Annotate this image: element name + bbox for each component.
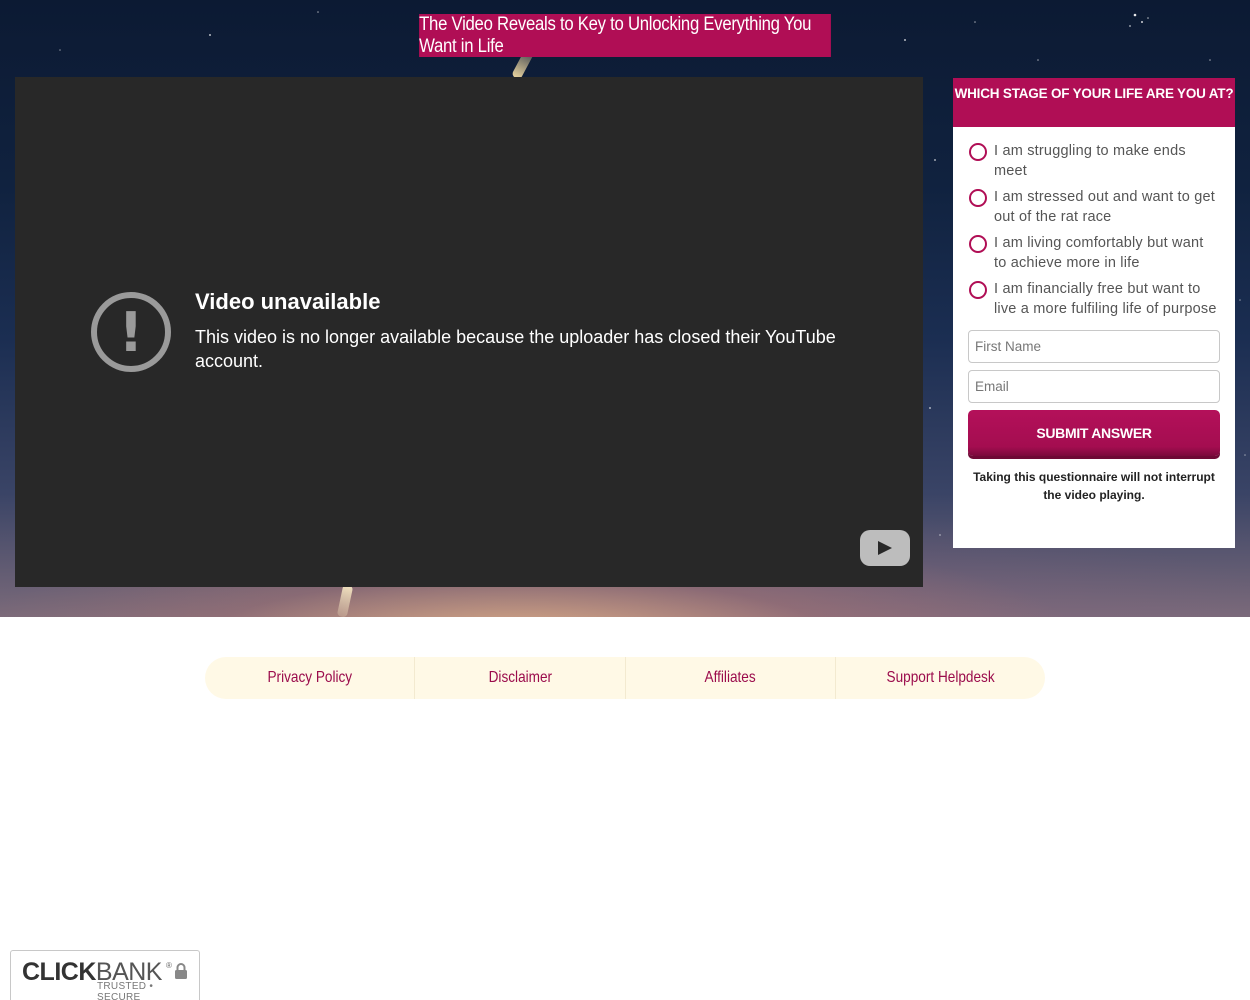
- footer-link-label: Disclaimer: [488, 669, 552, 686]
- footer-link-privacy-policy[interactable]: Privacy Policy: [205, 657, 416, 699]
- footer-link-support-helpdesk[interactable]: Support Helpdesk: [836, 657, 1045, 699]
- footer-link-affiliates[interactable]: Affiliates: [626, 657, 836, 699]
- quiz-option[interactable]: I am living comfortably but want to achi…: [969, 233, 1220, 273]
- submit-answer-button[interactable]: SUBMIT ANSWER: [968, 410, 1220, 456]
- radio-button[interactable]: [969, 235, 987, 253]
- radio-button[interactable]: [969, 281, 987, 299]
- quiz-options: I am struggling to make ends meet I am s…: [953, 127, 1235, 319]
- quiz-panel: WHICH STAGE OF YOUR LIFE ARE YOU AT? I a…: [953, 78, 1235, 548]
- footer-link-label: Support Helpdesk: [886, 669, 995, 686]
- headline-text: The Video Reveals to Key to Unlocking Ev…: [419, 13, 812, 57]
- quiz-option-label: I am financially free but want to live a…: [994, 281, 1217, 317]
- quiz-fields: [953, 330, 1235, 403]
- video-error-title: Video unavailable: [195, 289, 381, 314]
- footer-link-label: Privacy Policy: [267, 669, 352, 686]
- footer-link-label: Affiliates: [704, 669, 756, 686]
- video-player[interactable]: ! Video unavailable This video is no lon…: [15, 77, 923, 587]
- video-error-message: This video is no longer available becaus…: [195, 327, 836, 371]
- footer-link-disclaimer[interactable]: Disclaimer: [415, 657, 626, 699]
- quiz-heading: WHICH STAGE OF YOUR LIFE ARE YOU AT?: [953, 78, 1235, 127]
- quiz-option[interactable]: I am financially free but want to live a…: [969, 279, 1220, 319]
- clickbank-logo-bold: CLICK: [22, 958, 96, 986]
- quiz-note: Taking this questionnaire will not inter…: [973, 470, 1215, 502]
- quiz-option[interactable]: I am struggling to make ends meet: [969, 141, 1220, 181]
- quiz-option-label: I am living comfortably but want to achi…: [994, 235, 1204, 271]
- clickbank-tagline: TRUSTED • SECURE: [97, 981, 154, 1000]
- radio-button[interactable]: [969, 189, 987, 207]
- exclamation-circle-icon: !: [91, 292, 171, 372]
- quiz-option-label: I am struggling to make ends meet: [994, 143, 1186, 179]
- registered-mark: ®: [166, 961, 172, 970]
- clickbank-badge[interactable]: CLICKBANK ® TRUSTED • SECURE: [10, 950, 200, 1000]
- email-field[interactable]: [968, 370, 1220, 403]
- headline-banner: The Video Reveals to Key to Unlocking Ev…: [419, 14, 831, 57]
- first-name-field[interactable]: [968, 330, 1220, 363]
- quiz-option-label: I am stressed out and want to get out of…: [994, 189, 1215, 225]
- youtube-logo-icon[interactable]: [860, 530, 910, 566]
- page: The Video Reveals to Key to Unlocking Ev…: [0, 0, 1250, 1000]
- radio-button[interactable]: [969, 143, 987, 161]
- lock-icon: [175, 963, 187, 979]
- footer-nav: Privacy Policy Disclaimer Affiliates Sup…: [205, 657, 1045, 699]
- quiz-option[interactable]: I am stressed out and want to get out of…: [969, 187, 1220, 227]
